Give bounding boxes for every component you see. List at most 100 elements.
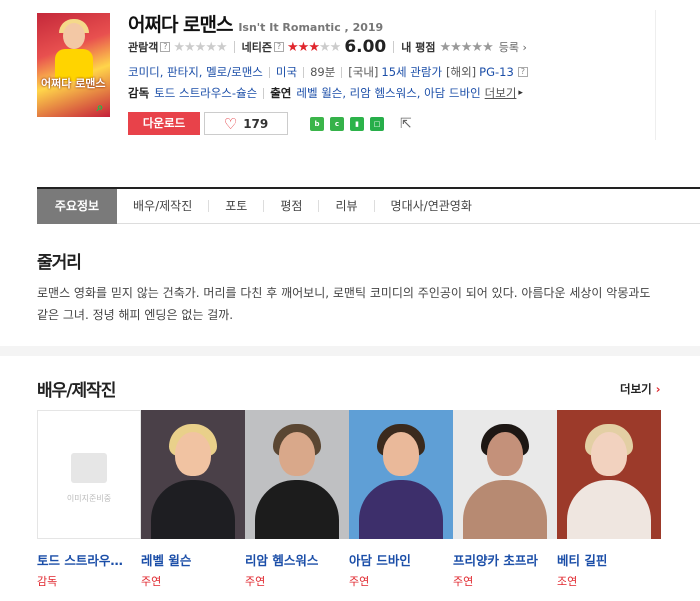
divider bbox=[393, 41, 395, 53]
person-card[interactable]: 레벨 윌슨 주연 bbox=[141, 410, 245, 589]
photo-art bbox=[175, 432, 211, 476]
photo-art bbox=[255, 480, 339, 539]
tab-main-info[interactable]: 주요정보 bbox=[37, 188, 117, 224]
person-name[interactable]: 리암 헴스워스 bbox=[245, 550, 349, 569]
person-name[interactable]: 프리양카 초프라 bbox=[453, 550, 557, 569]
synopsis-heading: 줄거리 bbox=[37, 253, 82, 273]
person-role: 주연 bbox=[141, 575, 162, 588]
divider bbox=[233, 41, 235, 53]
person-name[interactable]: 토드 스트라우… bbox=[37, 550, 141, 569]
cast-links[interactable]: 레벨 윌슨, 리암 헴스워스, 아담 드바인 bbox=[296, 85, 480, 101]
credits-row: 감독 토드 스트라우스-슐슨 출연 레벨 윌슨, 리암 헴스워스, 아담 드바인… bbox=[128, 85, 523, 101]
director-label: 감독 bbox=[128, 86, 150, 100]
movie-header: 어쩌다 로맨스 ⌕ 어쩌다 로맨스 Isn't It Romantic , 20… bbox=[0, 0, 700, 160]
register-rating-link[interactable]: 등록 › bbox=[499, 39, 527, 55]
help-icon[interactable]: ? bbox=[517, 67, 528, 77]
action-row: 다운로드 ♡ 179 b c ▮ □ ⇱ bbox=[128, 112, 412, 135]
person-name[interactable]: 베티 길핀 bbox=[557, 550, 661, 569]
genre-links[interactable]: 코미디, 판타지, 멜로/로맨스 bbox=[128, 64, 263, 80]
placeholder-text: 이미지준비중 bbox=[66, 494, 112, 503]
tab-rating[interactable]: 평점 bbox=[264, 189, 318, 224]
runtime: 89분 bbox=[310, 65, 336, 79]
help-icon[interactable]: ? bbox=[160, 42, 171, 52]
person-card[interactable]: 베티 길핀 조연 bbox=[557, 410, 661, 589]
person-photo[interactable] bbox=[349, 410, 453, 539]
my-rating-label: 내 평점 bbox=[401, 41, 436, 54]
divider bbox=[341, 66, 343, 78]
netizen-score: 6.00 bbox=[344, 37, 387, 57]
photo-art bbox=[591, 432, 627, 476]
movie-original-title: Isn't It Romantic , 2019 bbox=[238, 21, 384, 34]
international-label: [해외] bbox=[446, 65, 477, 79]
memo-icon[interactable]: □ bbox=[370, 116, 384, 131]
cast-label: 출연 bbox=[270, 86, 292, 100]
my-rating-stars[interactable]: ★★★★★ bbox=[439, 40, 493, 55]
person-role: 조연 bbox=[557, 575, 578, 588]
movie-title[interactable]: 어쩌다 로맨스 bbox=[128, 14, 233, 36]
divider bbox=[303, 66, 305, 78]
blog-icon[interactable]: b bbox=[310, 116, 324, 131]
photo-art bbox=[487, 432, 523, 476]
photo-art bbox=[567, 480, 651, 539]
share-icon[interactable]: ⇱ bbox=[400, 117, 412, 131]
person-name[interactable]: 아담 드바인 bbox=[349, 550, 453, 569]
person-photo[interactable] bbox=[141, 410, 245, 539]
director-link[interactable]: 토드 스트라우스-슐슨 bbox=[154, 85, 257, 101]
person-photo[interactable] bbox=[453, 410, 557, 539]
help-icon[interactable]: ? bbox=[274, 42, 285, 52]
cast-more-link[interactable]: 더보기 bbox=[485, 85, 517, 101]
zoom-icon[interactable]: ⌕ bbox=[93, 100, 107, 114]
divider bbox=[655, 10, 656, 140]
international-rating-link[interactable]: PG-13 bbox=[479, 65, 514, 79]
divider bbox=[263, 87, 265, 99]
synopsis-text: 로맨스 영화를 믿지 않는 건축가. 머리를 다친 후 깨어보니, 로맨틱 코미… bbox=[37, 282, 677, 326]
heart-icon: ♡ bbox=[223, 114, 238, 133]
person-name[interactable]: 레벨 윌슨 bbox=[141, 550, 245, 569]
domestic-rating-link[interactable]: 15세 관람가 bbox=[381, 64, 442, 80]
poster-title: 어쩌다 로맨스 bbox=[41, 77, 106, 90]
bookmark-icon[interactable]: ▮ bbox=[350, 116, 364, 131]
chevron-right-icon: › bbox=[655, 382, 661, 396]
poster-art bbox=[63, 23, 85, 49]
person-card[interactable]: 리암 헴스워스 주연 bbox=[245, 410, 349, 589]
person-photo[interactable] bbox=[245, 410, 349, 539]
download-button[interactable]: 다운로드 bbox=[128, 112, 200, 135]
person-photo[interactable] bbox=[557, 410, 661, 539]
tab-photo[interactable]: 포토 bbox=[209, 189, 263, 224]
photo-art bbox=[279, 432, 315, 476]
movie-info-row: 코미디, 판타지, 멜로/로맨스 미국 89분 [국내] 15세 관람가 [해외… bbox=[128, 64, 531, 80]
synopsis-section: 줄거리 로맨스 영화를 믿지 않는 건축가. 머리를 다친 후 깨어보니, 로맨… bbox=[0, 224, 700, 350]
cafe-icon[interactable]: c bbox=[330, 116, 344, 131]
person-role: 주연 bbox=[453, 575, 474, 588]
audience-stars: ★★★★★ bbox=[173, 39, 227, 55]
person-role: 주연 bbox=[245, 575, 266, 588]
like-count: 179 bbox=[243, 116, 269, 131]
synopsis-line: 로맨스 영화를 믿지 않는 건축가. 머리를 다친 후 깨어보니, 로맨틱 코미… bbox=[37, 286, 651, 300]
domestic-label: [국내] bbox=[348, 65, 379, 79]
tab-quotes-related[interactable]: 명대사/연관영화 bbox=[375, 189, 488, 224]
audience-rating-label: 관람객 bbox=[128, 41, 159, 54]
netizen-rating-label: 네티즌 bbox=[241, 41, 273, 54]
tab-review[interactable]: 리뷰 bbox=[319, 189, 373, 224]
cast-crew-list: 이미지준비중 토드 스트라우… 감독 레벨 윌슨 주연 리암 헴스워스 주연 아… bbox=[37, 410, 667, 595]
chevron-right-icon: ▸ bbox=[518, 88, 523, 98]
photo-art bbox=[383, 432, 419, 476]
person-card[interactable]: 아담 드바인 주연 bbox=[349, 410, 453, 589]
share-icons: b c ▮ □ ⇱ bbox=[310, 116, 412, 131]
section-divider bbox=[0, 346, 700, 356]
country-link[interactable]: 미국 bbox=[276, 64, 297, 80]
netizen-stars: ★★★★★ bbox=[287, 39, 341, 55]
person-card[interactable]: 프리양카 초프라 주연 bbox=[453, 410, 557, 589]
cast-crew-heading: 배우/제작진 bbox=[37, 381, 116, 401]
photo-art bbox=[359, 480, 443, 539]
person-role: 주연 bbox=[349, 575, 370, 588]
cast-crew-more-link[interactable]: 더보기 › bbox=[620, 381, 661, 397]
tab-cast-crew[interactable]: 배우/제작진 bbox=[117, 189, 208, 224]
rating-row: 관람객 ? ★★★★★ 네티즌 ? ★★★★★ 6.00 내 평점 ★★★★★ … bbox=[128, 37, 648, 57]
person-card[interactable]: 이미지준비중 토드 스트라우… 감독 bbox=[37, 410, 141, 589]
synopsis-line: 같은 그녀. 정녕 해피 엔딩은 없는 걸까. bbox=[37, 308, 234, 322]
movie-poster[interactable]: 어쩌다 로맨스 ⌕ bbox=[37, 13, 110, 117]
divider bbox=[268, 66, 270, 78]
person-photo-placeholder[interactable]: 이미지준비중 bbox=[37, 410, 141, 539]
like-button[interactable]: ♡ 179 bbox=[204, 112, 288, 135]
